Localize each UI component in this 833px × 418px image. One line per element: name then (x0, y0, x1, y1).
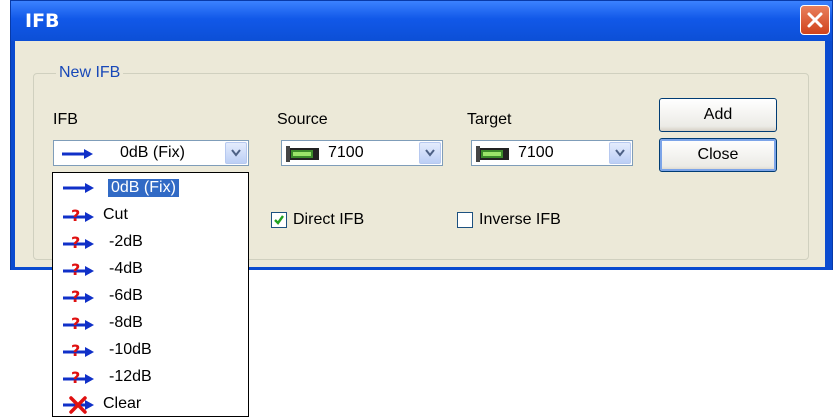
target-combo-value: 7100 (518, 144, 554, 161)
question-arrow-icon: ? (63, 342, 94, 360)
source-combo[interactable]: 7100 (281, 140, 443, 166)
dropdown-item-label: -2dB (109, 233, 143, 250)
dropdown-item-minus-2db[interactable]: ? -2dB (53, 229, 248, 256)
ifb-combo-value: 0dB (Fix) (120, 144, 185, 161)
target-combo[interactable]: 7100 (471, 140, 633, 166)
close-icon (807, 12, 823, 28)
add-button[interactable]: Add (659, 98, 777, 132)
dropdown-item-label: -10dB (109, 341, 152, 358)
ifb-dropdown-list[interactable]: 0dB (Fix) ? Cut ? -2dB ? -4dB ? -6dB ? -… (52, 172, 249, 417)
svg-text:?: ? (71, 234, 80, 252)
dropdown-item-label: Clear (103, 395, 142, 412)
question-arrow-icon: ? (63, 207, 94, 225)
dropdown-item-cut[interactable]: ? Cut (53, 202, 248, 229)
dropdown-item-label: -4dB (109, 260, 143, 277)
svg-text:?: ? (71, 342, 80, 360)
title-bar[interactable]: IFB (11, 1, 832, 41)
blue-arrow-icon (62, 149, 93, 159)
device-icon (286, 146, 319, 162)
dropdown-item-label: -12dB (109, 368, 152, 385)
question-arrow-icon: ? (63, 261, 94, 279)
source-combo-value: 7100 (328, 144, 364, 161)
question-arrow-icon: ? (63, 315, 94, 333)
direct-ifb-checkbox[interactable] (271, 212, 287, 228)
source-label: Source (277, 111, 328, 128)
dropdown-item-minus-6db[interactable]: ? -6dB (53, 283, 248, 310)
source-combo-dropdown-button[interactable] (419, 142, 441, 164)
dropdown-item-minus-12db[interactable]: ? -12dB (53, 364, 248, 391)
device-icon (476, 146, 509, 162)
question-arrow-icon: ? (63, 288, 94, 306)
dropdown-item-label: -8dB (109, 314, 143, 331)
chevron-down-icon (425, 149, 435, 157)
ifb-combo[interactable]: 0dB (Fix) (53, 140, 249, 166)
checkmark-icon (274, 215, 284, 225)
ifb-label: IFB (53, 111, 78, 128)
direct-ifb-label[interactable]: Direct IFB (293, 211, 364, 229)
dropdown-item-clear[interactable]: Clear (53, 391, 248, 418)
svg-text:?: ? (71, 261, 80, 279)
svg-text:?: ? (71, 207, 80, 225)
dropdown-item-label: -6dB (109, 287, 143, 304)
dropdown-item-label: Cut (103, 206, 128, 223)
target-label: Target (467, 111, 512, 128)
question-arrow-icon: ? (63, 369, 94, 387)
svg-text:?: ? (71, 315, 80, 333)
chevron-down-icon (615, 149, 625, 157)
inverse-ifb-checkbox[interactable] (457, 212, 473, 228)
target-combo-dropdown-button[interactable] (609, 142, 631, 164)
inverse-ifb-label[interactable]: Inverse IFB (479, 211, 561, 229)
ifb-combo-dropdown-button[interactable] (225, 142, 247, 164)
window-close-button[interactable] (800, 5, 830, 35)
chevron-down-icon (231, 149, 241, 157)
svg-text:?: ? (71, 288, 80, 306)
svg-text:?: ? (71, 369, 80, 387)
clear-x-icon (63, 396, 94, 414)
dropdown-item-minus-10db[interactable]: ? -10dB (53, 337, 248, 364)
group-legend: New IFB (56, 64, 124, 82)
dropdown-item-minus-4db[interactable]: ? -4dB (53, 256, 248, 283)
dropdown-item-label: 0dB (Fix) (108, 179, 179, 197)
window-title: IFB (25, 10, 60, 32)
close-button[interactable]: Close (659, 138, 777, 172)
blue-arrow-icon (63, 183, 94, 193)
dropdown-item-minus-8db[interactable]: ? -8dB (53, 310, 248, 337)
question-arrow-icon: ? (63, 234, 94, 252)
dropdown-item-0db-fix[interactable]: 0dB (Fix) (53, 175, 248, 202)
